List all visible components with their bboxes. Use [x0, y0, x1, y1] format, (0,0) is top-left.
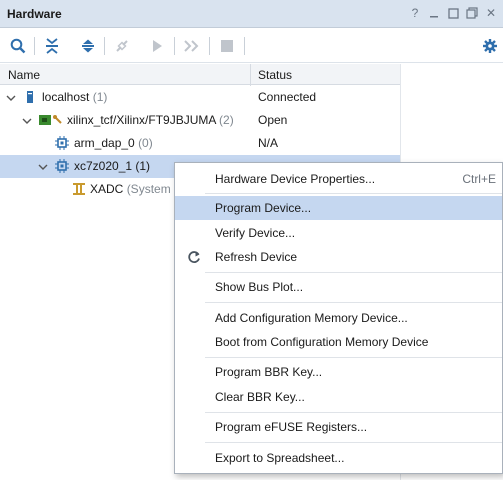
menu-item-hardware-device-properties[interactable]: Hardware Device Properties... Ctrl+E: [175, 167, 502, 191]
column-header-status[interactable]: Status: [258, 68, 292, 82]
menu-item-program-device[interactable]: Program Device...: [175, 196, 502, 220]
column-divider[interactable]: [250, 64, 251, 86]
auto-connect-icon[interactable]: [112, 36, 132, 56]
run-icon[interactable]: [147, 36, 167, 56]
toolbar-divider: [244, 37, 245, 55]
row-count: (1): [92, 90, 108, 104]
minimize-icon[interactable]: [428, 6, 440, 20]
menu-item-label: Export to Spreadsheet...: [215, 451, 345, 465]
row-count: (2): [219, 113, 234, 127]
fast-forward-icon[interactable]: [182, 36, 202, 56]
menu-item-label: Boot from Configuration Memory Device: [215, 335, 429, 349]
menu-item-program-efuse-registers[interactable]: Program eFUSE Registers...: [175, 415, 502, 439]
row-count: (1): [135, 159, 151, 173]
xadc-icon: [72, 182, 86, 196]
restore-icon[interactable]: [447, 6, 459, 20]
chip-icon: [55, 136, 69, 150]
stop-icon[interactable]: [217, 36, 237, 56]
row-name: xilinx_tcf/Xilinx/FT9JBJUMA: [67, 113, 216, 127]
toolbar-divider: [104, 37, 105, 55]
row-name: xc7z020_1: [74, 159, 133, 173]
menu-item-label: Program BBR Key...: [215, 365, 323, 379]
menu-item-refresh-device[interactable]: Refresh Device: [175, 245, 502, 269]
menu-item-shortcut: Ctrl+E: [462, 172, 496, 186]
gear-icon[interactable]: [480, 36, 500, 56]
menu-item-add-configuration-memory-device[interactable]: Add Configuration Memory Device...: [175, 306, 502, 330]
search-icon[interactable]: [8, 36, 28, 56]
menu-separator: [205, 272, 502, 273]
row-count: (System: [126, 182, 171, 196]
menu-item-label: Refresh Device: [215, 250, 298, 264]
row-name: localhost: [42, 90, 90, 104]
context-menu: Hardware Device Properties... Ctrl+E Pro…: [174, 162, 503, 474]
server-icon: [23, 90, 37, 104]
toolbar-divider: [209, 37, 210, 55]
menu-separator: [205, 302, 502, 303]
close-icon[interactable]: ✕: [485, 6, 497, 20]
menu-separator: [205, 442, 502, 443]
menu-item-label: Add Configuration Memory Device...: [215, 311, 408, 325]
toolbar-divider: [174, 37, 175, 55]
panel-title: Hardware: [7, 7, 62, 21]
toolbar-divider: [34, 37, 35, 55]
menu-separator: [205, 412, 502, 413]
panel-titlebar: Hardware ? ✕: [0, 0, 503, 28]
refresh-icon: [186, 249, 202, 265]
row-status: Open: [258, 113, 288, 127]
chip-icon: [55, 159, 69, 173]
menu-item-clear-bbr-key[interactable]: Clear BBR Key...: [175, 385, 502, 409]
row-status: N/A: [258, 136, 279, 150]
tree-row-localhost[interactable]: localhost (1) Connected: [0, 86, 400, 109]
row-name: arm_dap_0: [74, 136, 135, 150]
chevron-down-icon[interactable]: [22, 115, 32, 125]
menu-item-boot-from-configuration-memory-device[interactable]: Boot from Configuration Memory Device: [175, 330, 502, 354]
collapse-all-icon[interactable]: [42, 36, 62, 56]
menu-item-label: Program Device...: [215, 201, 312, 215]
menu-item-verify-device[interactable]: Verify Device...: [175, 221, 502, 245]
menu-item-program-bbr-key[interactable]: Program BBR Key...: [175, 360, 502, 384]
row-name: XADC: [90, 182, 124, 196]
menu-separator: [205, 193, 502, 194]
menu-item-label: Program eFUSE Registers...: [215, 420, 368, 434]
menu-item-show-bus-plot[interactable]: Show Bus Plot...: [175, 275, 502, 299]
tree-header: Name Status: [0, 64, 400, 85]
menu-item-label: Clear BBR Key...: [215, 390, 305, 404]
help-icon[interactable]: ?: [409, 6, 421, 20]
menu-separator: [205, 357, 502, 358]
column-header-name[interactable]: Name: [8, 68, 40, 82]
menu-item-label: Show Bus Plot...: [215, 280, 304, 294]
menu-item-label: Verify Device...: [215, 226, 296, 240]
tree-row-target[interactable]: xilinx_tcf/Xilinx/FT9JBJUMA (2) Open: [0, 109, 400, 132]
chevron-down-icon[interactable]: [38, 161, 48, 171]
tree-row-arm-dap[interactable]: arm_dap_0 (0) N/A: [0, 132, 400, 155]
plug-icon: [52, 113, 64, 127]
board-icon: [38, 113, 52, 127]
maximize-icon[interactable]: [466, 6, 478, 20]
menu-item-export-to-spreadsheet[interactable]: Export to Spreadsheet...: [175, 446, 502, 470]
menu-item-label: Hardware Device Properties...: [215, 172, 376, 186]
row-count: (0): [138, 136, 153, 150]
row-status: Connected: [258, 90, 317, 104]
hardware-toolbar: [0, 29, 503, 63]
window-buttons: ? ✕: [409, 6, 497, 20]
chevron-down-icon[interactable]: [6, 92, 16, 102]
expand-all-icon[interactable]: [78, 36, 98, 56]
